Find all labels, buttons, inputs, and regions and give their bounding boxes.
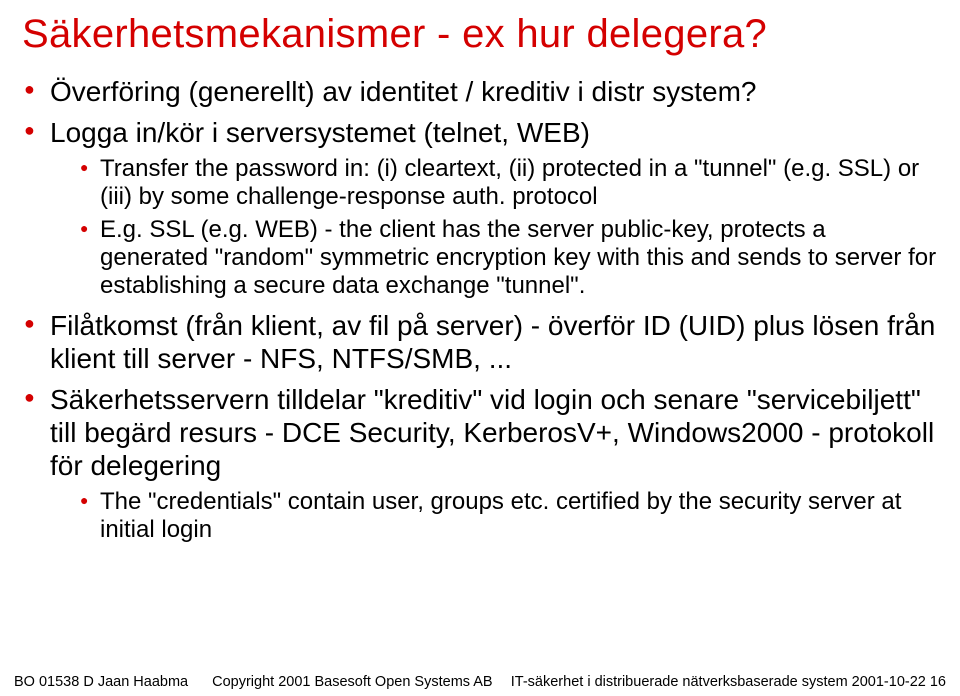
sub-bullet-item: E.g. SSL (e.g. WEB) - the client has the… <box>50 216 938 301</box>
bullet-text: Säkerhetsservern tilldelar "kreditiv" vi… <box>50 384 934 481</box>
slide: Säkerhetsmekanismer - ex hur delegera? Ö… <box>0 0 960 696</box>
bullet-text: Överföring (generellt) av identitet / kr… <box>50 76 756 107</box>
bullet-text: Logga in/kör i serversystemet (telnet, W… <box>50 117 590 148</box>
sub-bullet-text: Transfer the password in: (i) cleartext,… <box>100 155 919 210</box>
slide-footer: BO 01538 D Jaan Haabma Copyright 2001 Ba… <box>0 674 960 690</box>
footer-right: IT-säkerhet i distribuerade nätverksbase… <box>511 674 946 690</box>
sub-bullet-item: The "credentials" contain user, groups e… <box>50 488 938 545</box>
bullet-item: Filåtkomst (från klient, av fil på serve… <box>22 309 938 375</box>
bullet-list: Överföring (generellt) av identitet / kr… <box>22 75 938 544</box>
bullet-item: Säkerhetsservern tilldelar "kreditiv" vi… <box>22 383 938 545</box>
slide-title: Säkerhetsmekanismer - ex hur delegera? <box>22 12 938 57</box>
sub-bullet-list: The "credentials" contain user, groups e… <box>50 488 938 545</box>
footer-left: BO 01538 D Jaan Haabma <box>14 674 188 690</box>
bullet-text: Filåtkomst (från klient, av fil på serve… <box>50 310 935 374</box>
sub-bullet-list: Transfer the password in: (i) cleartext,… <box>50 155 938 301</box>
sub-bullet-text: The "credentials" contain user, groups e… <box>100 488 901 543</box>
sub-bullet-text: E.g. SSL (e.g. WEB) - the client has the… <box>100 216 936 300</box>
bullet-item: Logga in/kör i serversystemet (telnet, W… <box>22 116 938 301</box>
sub-bullet-item: Transfer the password in: (i) cleartext,… <box>50 155 938 212</box>
bullet-item: Överföring (generellt) av identitet / kr… <box>22 75 938 108</box>
footer-center: Copyright 2001 Basesoft Open Systems AB <box>188 674 511 690</box>
